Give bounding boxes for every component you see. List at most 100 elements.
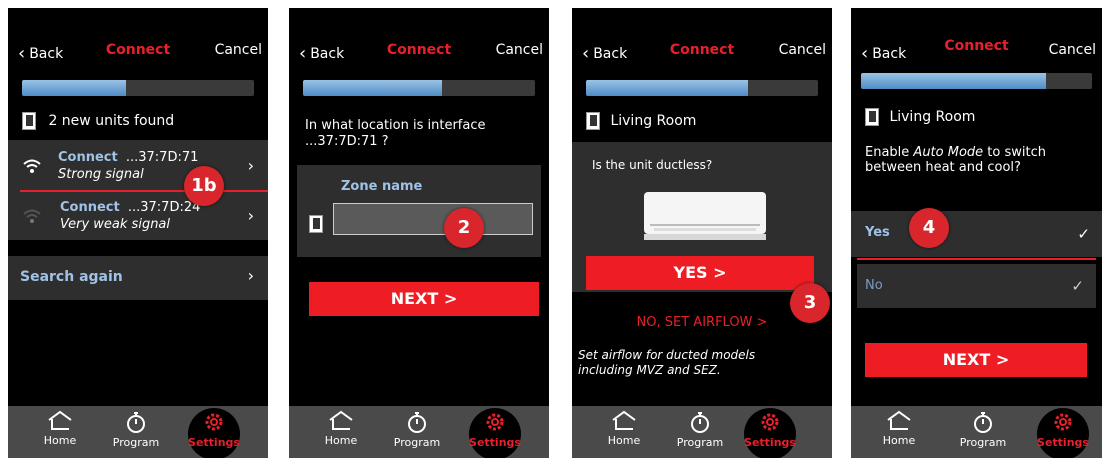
next-button[interactable]: NEXT > bbox=[309, 282, 539, 316]
cancel-button[interactable]: Cancel bbox=[215, 42, 262, 58]
ductless-unit-image bbox=[644, 192, 766, 234]
cancel-button[interactable]: Cancel bbox=[1049, 42, 1096, 58]
unit-list-item[interactable]: Connect ...37:7D:24 Very weak signal › bbox=[8, 196, 268, 236]
units-list: Connect ...37:7D:71 Strong signal › Conn… bbox=[8, 140, 268, 240]
option-no[interactable]: No ✓ bbox=[857, 264, 1096, 308]
tab-bar: Home Program Settings bbox=[8, 406, 268, 458]
room-row: Living Room bbox=[586, 112, 696, 130]
ductless-question: Is the unit ductless? bbox=[592, 158, 713, 172]
tab-bar: Home Program Settings bbox=[851, 406, 1102, 458]
timer-icon bbox=[691, 412, 709, 433]
tab-program[interactable]: Program bbox=[108, 410, 164, 449]
nav-bar: ‹ Back Connect Cancel bbox=[572, 38, 832, 64]
tab-settings[interactable]: Settings bbox=[467, 410, 523, 449]
home-icon bbox=[612, 410, 636, 430]
divider bbox=[857, 258, 1096, 260]
location-question: In what location is interface ...37:7D:7… bbox=[305, 118, 486, 149]
tab-home[interactable]: Home bbox=[32, 410, 88, 447]
zone-name-input[interactable] bbox=[333, 203, 533, 235]
cancel-button[interactable]: Cancel bbox=[779, 42, 826, 58]
cancel-button[interactable]: Cancel bbox=[496, 42, 543, 58]
yes-button[interactable]: YES > bbox=[586, 256, 814, 290]
tab-label: Settings bbox=[469, 436, 521, 449]
nav-bar: ‹ Back Connect Cancel bbox=[289, 38, 549, 64]
nav-bar: ‹ Back Connect Cancel bbox=[8, 38, 268, 64]
option-label: Yes bbox=[865, 225, 890, 240]
screen-zone-name: ‹ Back Connect Cancel In what location is… bbox=[289, 8, 549, 458]
chevron-right-icon: › bbox=[247, 206, 254, 225]
zone-label: Zone name bbox=[341, 179, 423, 194]
tab-bar: Home Program Settings bbox=[289, 406, 549, 458]
screen-ductless: ‹ Back Connect Cancel Living Room Is the … bbox=[572, 8, 832, 458]
progress-fill bbox=[861, 73, 1046, 89]
tab-settings[interactable]: Settings bbox=[186, 410, 242, 449]
progress-fill bbox=[303, 80, 443, 96]
timer-icon bbox=[127, 412, 145, 433]
tab-label: Home bbox=[607, 434, 641, 447]
no-set-airflow-button[interactable]: NO, SET AIRFLOW > bbox=[572, 315, 832, 330]
progress-bar bbox=[22, 80, 254, 96]
search-again-label: Search again bbox=[20, 269, 123, 285]
unit-name: Connect bbox=[58, 150, 118, 165]
tab-label: Program bbox=[676, 436, 724, 449]
step-badge: 1b bbox=[184, 166, 224, 206]
tab-settings[interactable]: Settings bbox=[742, 410, 798, 449]
step-badge: 2 bbox=[444, 208, 484, 248]
tab-label: Settings bbox=[1037, 436, 1089, 449]
door-icon bbox=[309, 214, 323, 233]
timer-icon bbox=[974, 412, 992, 433]
tab-program[interactable]: Program bbox=[389, 410, 445, 449]
home-icon bbox=[48, 410, 72, 430]
next-button[interactable]: NEXT > bbox=[865, 343, 1087, 377]
home-icon bbox=[887, 410, 911, 430]
room-row: Living Room bbox=[865, 108, 975, 126]
tab-settings[interactable]: Settings bbox=[1035, 410, 1091, 449]
door-icon bbox=[865, 108, 879, 126]
tab-label: Settings bbox=[744, 436, 796, 449]
question-text: Enable bbox=[865, 145, 914, 160]
search-again-button[interactable]: Search again › bbox=[8, 256, 268, 300]
tab-home[interactable]: Home bbox=[871, 410, 927, 447]
check-icon: ✓ bbox=[1077, 225, 1090, 243]
unit-signal: Very weak signal bbox=[60, 217, 171, 232]
wifi-weak-icon bbox=[23, 209, 41, 223]
nav-bar: ‹ Back Connect Cancel bbox=[851, 38, 1102, 64]
unit-name: Connect bbox=[60, 200, 120, 215]
found-row: 2 new units found bbox=[22, 112, 174, 130]
screen-auto-mode: ‹ Back Connect Cancel Living Room Enable … bbox=[851, 8, 1102, 458]
tab-label: Program bbox=[112, 436, 160, 449]
option-label: No bbox=[865, 278, 883, 293]
unit-signal: Strong signal bbox=[58, 167, 144, 182]
found-text: 2 new units found bbox=[48, 113, 175, 129]
tab-label: Home bbox=[43, 434, 77, 447]
door-icon bbox=[22, 112, 36, 130]
chevron-right-icon: › bbox=[247, 266, 254, 285]
tab-bar: Home Program Settings bbox=[572, 406, 832, 458]
tab-program[interactable]: Program bbox=[672, 410, 728, 449]
zone-panel: Zone name bbox=[297, 165, 541, 257]
progress-bar bbox=[303, 80, 535, 96]
progress-bar bbox=[861, 73, 1092, 89]
tab-home[interactable]: Home bbox=[596, 410, 652, 447]
tab-label: Home bbox=[882, 434, 916, 447]
screen-units-found: ‹ Back Connect Cancel 2 new units found C… bbox=[8, 8, 268, 458]
auto-mode-question: Enable Auto Mode to switch between heat … bbox=[865, 145, 1055, 175]
question-emphasis: Auto Mode bbox=[913, 145, 984, 160]
ductless-unit-vent bbox=[644, 234, 766, 240]
step-badge: 4 bbox=[909, 208, 949, 248]
home-icon bbox=[329, 410, 353, 430]
unit-list-item[interactable]: Connect ...37:7D:71 Strong signal › bbox=[8, 146, 268, 186]
progress-fill bbox=[586, 80, 749, 96]
check-icon: ✓ bbox=[1071, 277, 1084, 295]
airflow-note: Set airflow for ducted models including … bbox=[578, 348, 756, 377]
tab-home[interactable]: Home bbox=[313, 410, 369, 447]
gear-icon bbox=[486, 413, 504, 431]
progress-bar bbox=[586, 80, 818, 96]
gear-icon bbox=[205, 413, 223, 431]
room-name: Living Room bbox=[610, 113, 697, 129]
option-yes[interactable]: Yes ✓ bbox=[851, 211, 1102, 257]
timer-icon bbox=[408, 412, 426, 433]
room-name: Living Room bbox=[889, 109, 976, 125]
tab-program[interactable]: Program bbox=[955, 410, 1011, 449]
wifi-strong-icon bbox=[23, 159, 41, 173]
